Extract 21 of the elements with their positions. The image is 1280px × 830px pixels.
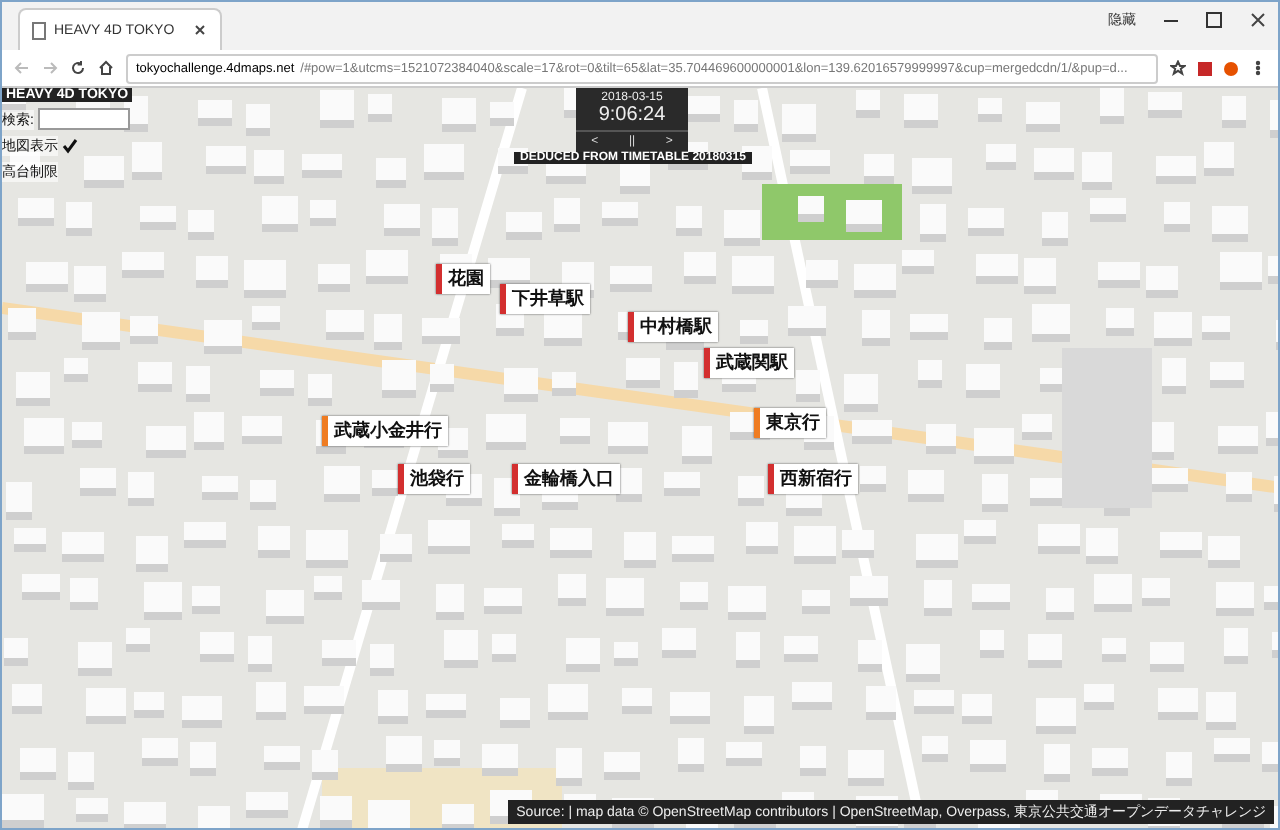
- home-icon[interactable]: [98, 60, 114, 76]
- minimize-icon[interactable]: [1164, 19, 1178, 21]
- train-label[interactable]: 池袋行: [398, 464, 470, 494]
- train-label[interactable]: 中村橋駅: [628, 312, 718, 342]
- train-label[interactable]: 金輪橋入口: [512, 464, 620, 494]
- train-label[interactable]: 花園: [436, 264, 490, 294]
- train-label[interactable]: 下井草駅: [500, 284, 590, 314]
- train-label[interactable]: 武蔵小金井行: [322, 416, 448, 446]
- train-label[interactable]: 西新宿行: [768, 464, 858, 494]
- search-field[interactable]: [37, 108, 130, 130]
- close-icon[interactable]: [192, 22, 208, 38]
- maximize-icon[interactable]: [1206, 12, 1222, 28]
- time-text: 9:06:24: [598, 104, 666, 126]
- close-icon[interactable]: [1250, 12, 1266, 28]
- star-icon[interactable]: [1170, 60, 1186, 76]
- page-icon: [32, 21, 46, 39]
- reload-icon[interactable]: [70, 60, 86, 76]
- train-label[interactable]: 東京行: [754, 408, 826, 438]
- train-label[interactable]: 武蔵関駅: [704, 348, 794, 378]
- checkbox[interactable]: [62, 138, 78, 154]
- menu-icon[interactable]: [1250, 60, 1266, 76]
